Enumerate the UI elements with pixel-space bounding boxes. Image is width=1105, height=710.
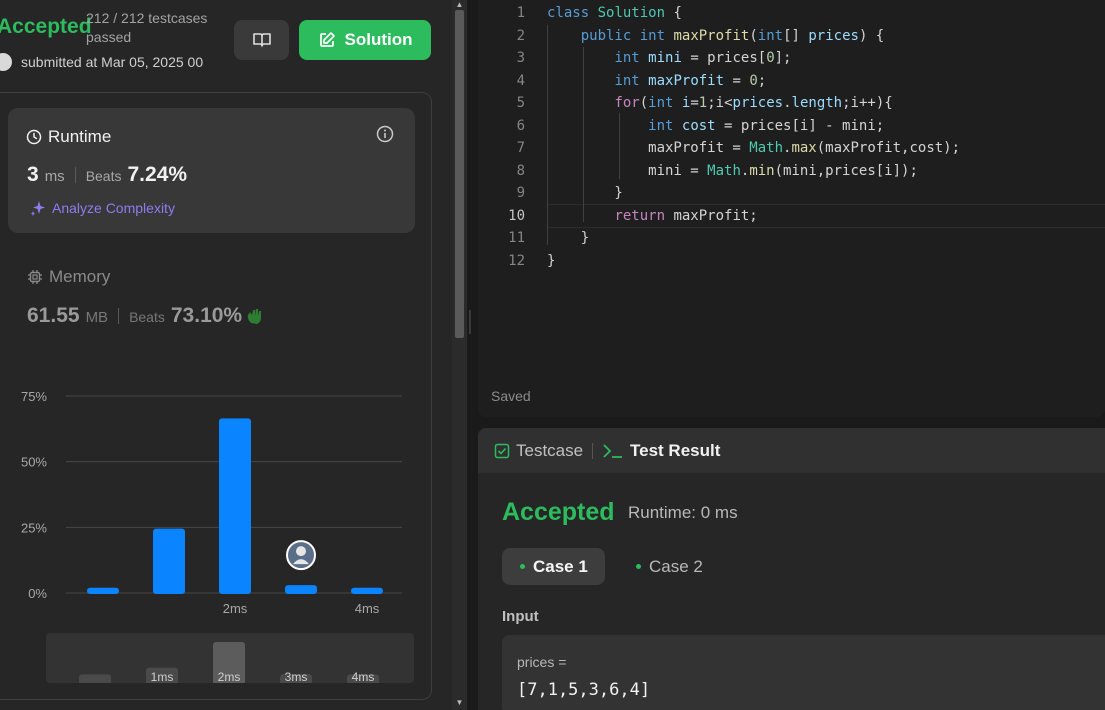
solution-button-label: Solution xyxy=(344,30,413,49)
code-line: 8 mini = Math.min(mini,prices[i]); xyxy=(516,163,918,179)
terminal-icon xyxy=(603,444,622,458)
edit-icon xyxy=(319,32,335,47)
result-runtime: Runtime: 0 ms xyxy=(628,503,738,522)
tab-testcase-label: Testcase xyxy=(516,441,584,460)
pass-dot-icon xyxy=(636,564,641,569)
x-tick-label: 2ms xyxy=(223,601,248,616)
avatar[interactable] xyxy=(0,53,12,71)
result-status: Accepted xyxy=(502,498,615,526)
bar[interactable] xyxy=(351,587,383,594)
solution-button[interactable]: Solution xyxy=(299,20,431,60)
checkbox-icon xyxy=(494,443,510,459)
code-line: 11 } xyxy=(508,230,590,246)
code-line: 1 class Solution { xyxy=(516,5,682,21)
code-line: 4 int maxProfit = 0; xyxy=(516,73,767,89)
memory-title-label: Memory xyxy=(49,267,111,286)
scroll-down-icon[interactable]: ▼ xyxy=(454,698,465,707)
analyze-label: Analyze Complexity xyxy=(52,200,175,216)
bar[interactable] xyxy=(285,585,317,594)
tab-test-result[interactable]: Test Result xyxy=(602,441,720,461)
code-editor[interactable]: 1 class Solution { 2 public int maxProfit… xyxy=(478,0,1105,417)
case-2-tab[interactable]: Case 2 xyxy=(618,548,720,585)
code-line: 9 } xyxy=(516,185,623,201)
clap-icon xyxy=(247,309,262,324)
input-variable-value: [7,1,5,3,6,4] xyxy=(517,680,651,700)
code-line: 2 public int maxProfit(int[] prices) { xyxy=(516,28,885,44)
memory-value-row: 61.55 MB Beats 73.10% xyxy=(27,304,265,328)
bar[interactable] xyxy=(87,587,119,594)
overview-label: 2ms xyxy=(218,670,241,683)
case-2-label: Case 2 xyxy=(649,556,703,576)
sparkle-icon xyxy=(30,201,45,216)
memory-title[interactable]: Memory xyxy=(27,267,110,287)
submitted-at: submitted at Mar 05, 2025 00 xyxy=(21,54,204,70)
y-tick-label: 0% xyxy=(28,586,47,601)
overview-chart[interactable]: 1ms 2ms 3ms 4ms xyxy=(46,633,414,683)
case-1-tab[interactable]: Case 1 xyxy=(502,548,605,585)
clock-icon xyxy=(26,129,42,145)
test-result-panel: Testcase Test Result Accepted Runtime: 0… xyxy=(478,428,1105,710)
runtime-value-row: 3 ms Beats 7.24% xyxy=(27,163,187,187)
memory-beats-label: Beats xyxy=(129,309,165,325)
overview-strip[interactable]: 1ms 2ms 3ms 4ms xyxy=(46,633,414,683)
y-tick-label: 50% xyxy=(21,455,47,470)
divider xyxy=(74,167,76,183)
runtime-title-label: Runtime xyxy=(48,127,112,146)
input-label: Input xyxy=(502,608,539,625)
bar[interactable] xyxy=(153,528,185,594)
code-line: 6 int cost = prices[i] - mini; xyxy=(516,118,885,134)
memory-beats-value: 73.10% xyxy=(170,304,243,327)
overview-label: 1ms xyxy=(151,670,174,683)
runtime-distribution-chart[interactable]: 0% 25% 50% 75% 2ms 4ms xyxy=(0,380,420,620)
case-1-label: Case 1 xyxy=(533,556,588,576)
code-line: 12} xyxy=(508,253,556,269)
submission-status: Accepted xyxy=(0,15,92,38)
tab-test-result-label: Test Result xyxy=(630,441,721,460)
bar[interactable] xyxy=(219,418,251,594)
memory-unit: MB xyxy=(85,309,109,326)
saved-status: Saved xyxy=(491,388,531,404)
code-line: 7 maxProfit = Math.max(maxProfit,cost); xyxy=(516,140,961,156)
runtime-title: Runtime xyxy=(26,127,111,147)
analyze-complexity-link[interactable]: Analyze Complexity xyxy=(29,199,175,217)
info-icon[interactable] xyxy=(376,125,394,148)
book-icon xyxy=(252,33,271,47)
submission-panel: Accepted 212 / 212 testcases passed subm… xyxy=(0,0,452,710)
runtime-beats-value: 7.24% xyxy=(127,163,188,186)
pass-dot-icon xyxy=(520,564,525,569)
divider xyxy=(592,443,593,459)
code-line: 3 int mini = prices[0]; xyxy=(516,50,792,66)
editorial-button[interactable] xyxy=(234,20,289,60)
overview-label: 4ms xyxy=(352,670,375,683)
overview-bar xyxy=(79,674,111,683)
x-tick-label: 4ms xyxy=(355,601,380,616)
tab-testcase[interactable]: Testcase xyxy=(494,441,583,461)
testcases-passed: 212 / 212 testcases passed xyxy=(86,10,208,45)
overview-label: 3ms xyxy=(285,670,308,683)
scroll-up-icon[interactable]: ▲ xyxy=(454,0,465,9)
resize-handle[interactable] xyxy=(469,310,471,334)
code-line-active: 10 return maxProfit; xyxy=(508,208,758,224)
divider xyxy=(118,308,120,324)
user-marker-head xyxy=(296,546,306,557)
y-tick-label: 75% xyxy=(21,389,47,404)
runtime-beats-label: Beats xyxy=(85,168,122,184)
code-line: 5 for(int i=1;i<prices.length;i++){ xyxy=(516,95,893,111)
input-variable-name: prices = xyxy=(517,654,567,670)
runtime-unit: ms xyxy=(44,168,65,185)
runtime-value: 3 xyxy=(27,163,39,186)
memory-value: 61.55 xyxy=(27,304,80,327)
scrollbar-thumb[interactable] xyxy=(455,10,464,338)
y-tick-label: 25% xyxy=(21,520,47,535)
chip-icon xyxy=(28,270,42,284)
